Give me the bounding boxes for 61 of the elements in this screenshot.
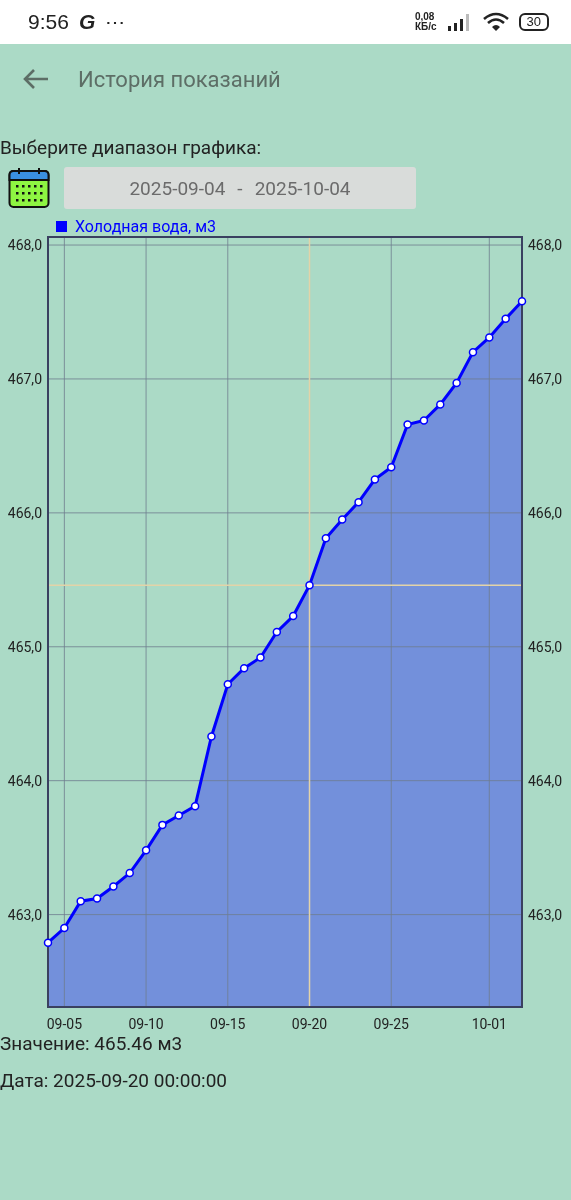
x-axis-label: 09-15 — [210, 1016, 246, 1032]
y-axis-label: 464,0 — [528, 772, 563, 789]
y-axis-label: 466,0 — [7, 504, 42, 521]
data-point — [125, 868, 134, 878]
wifi-icon — [482, 12, 509, 32]
data-point — [419, 416, 429, 425]
data-point — [239, 663, 249, 673]
selected-value: Значение: 465.46 м3 — [0, 1032, 184, 1055]
data-point — [337, 515, 347, 524]
data-point — [92, 894, 102, 903]
data-point — [256, 653, 265, 662]
y-axis-label: 466,0 — [528, 504, 563, 521]
screen-title: История показаний — [78, 66, 281, 92]
data-point — [452, 378, 461, 388]
data-point — [174, 811, 183, 820]
y-axis-label: 464,0 — [7, 772, 42, 789]
x-axis-label: 09-10 — [128, 1016, 164, 1032]
data-point — [321, 534, 331, 543]
y-axis-label: 463,0 — [528, 906, 563, 923]
data-point — [223, 680, 233, 689]
range-label: Выберите диапазон графика: — [0, 135, 263, 159]
data-point — [370, 475, 380, 484]
data-point — [288, 611, 298, 621]
y-axis-label: 467,0 — [528, 370, 563, 387]
calendar-icon[interactable] — [8, 167, 50, 209]
y-axis-label: 465,0 — [7, 638, 42, 655]
data-point — [387, 463, 396, 472]
more-notifications: ⋯ — [105, 10, 126, 34]
data-point — [517, 297, 527, 306]
data-point — [76, 896, 85, 906]
data-point — [354, 497, 363, 507]
data-point — [272, 627, 282, 637]
y-axis-label: 465,0 — [528, 638, 563, 655]
x-axis-label: 10-01 — [471, 1016, 507, 1032]
data-point — [109, 882, 118, 891]
y-axis-label: 468,0 — [7, 237, 42, 254]
data-point — [190, 801, 200, 811]
y-axis-label: 463,0 — [7, 906, 42, 923]
x-axis-label: 09-25 — [373, 1016, 409, 1032]
status-time: 9:56 — [28, 10, 69, 34]
x-axis-label: 09-20 — [291, 1016, 328, 1032]
data-point — [501, 314, 510, 323]
network-speed: 0,08 КБ/с — [414, 12, 437, 32]
data-point — [468, 347, 478, 357]
carrier-logo: G — [78, 10, 96, 34]
data-point — [141, 846, 151, 855]
battery-level: 30 — [518, 13, 549, 31]
data-point — [305, 580, 314, 590]
y-axis-label: 467,0 — [7, 370, 42, 387]
y-axis-label: 468,0 — [528, 237, 563, 254]
legend-label: Холодная вода, м3 — [75, 217, 217, 236]
selected-date: Дата: 2025-09-20 00:00:00 — [0, 1069, 229, 1092]
data-point — [43, 938, 53, 947]
data-point — [436, 400, 445, 409]
date-range-button[interactable]: 2025-09-04 - 2025-10-04 — [64, 167, 416, 209]
data-point — [403, 420, 412, 429]
data-point — [158, 820, 167, 830]
x-axis-label: 09-05 — [46, 1016, 82, 1032]
data-point — [60, 923, 69, 933]
data-point — [207, 732, 216, 741]
data-point — [485, 333, 494, 342]
